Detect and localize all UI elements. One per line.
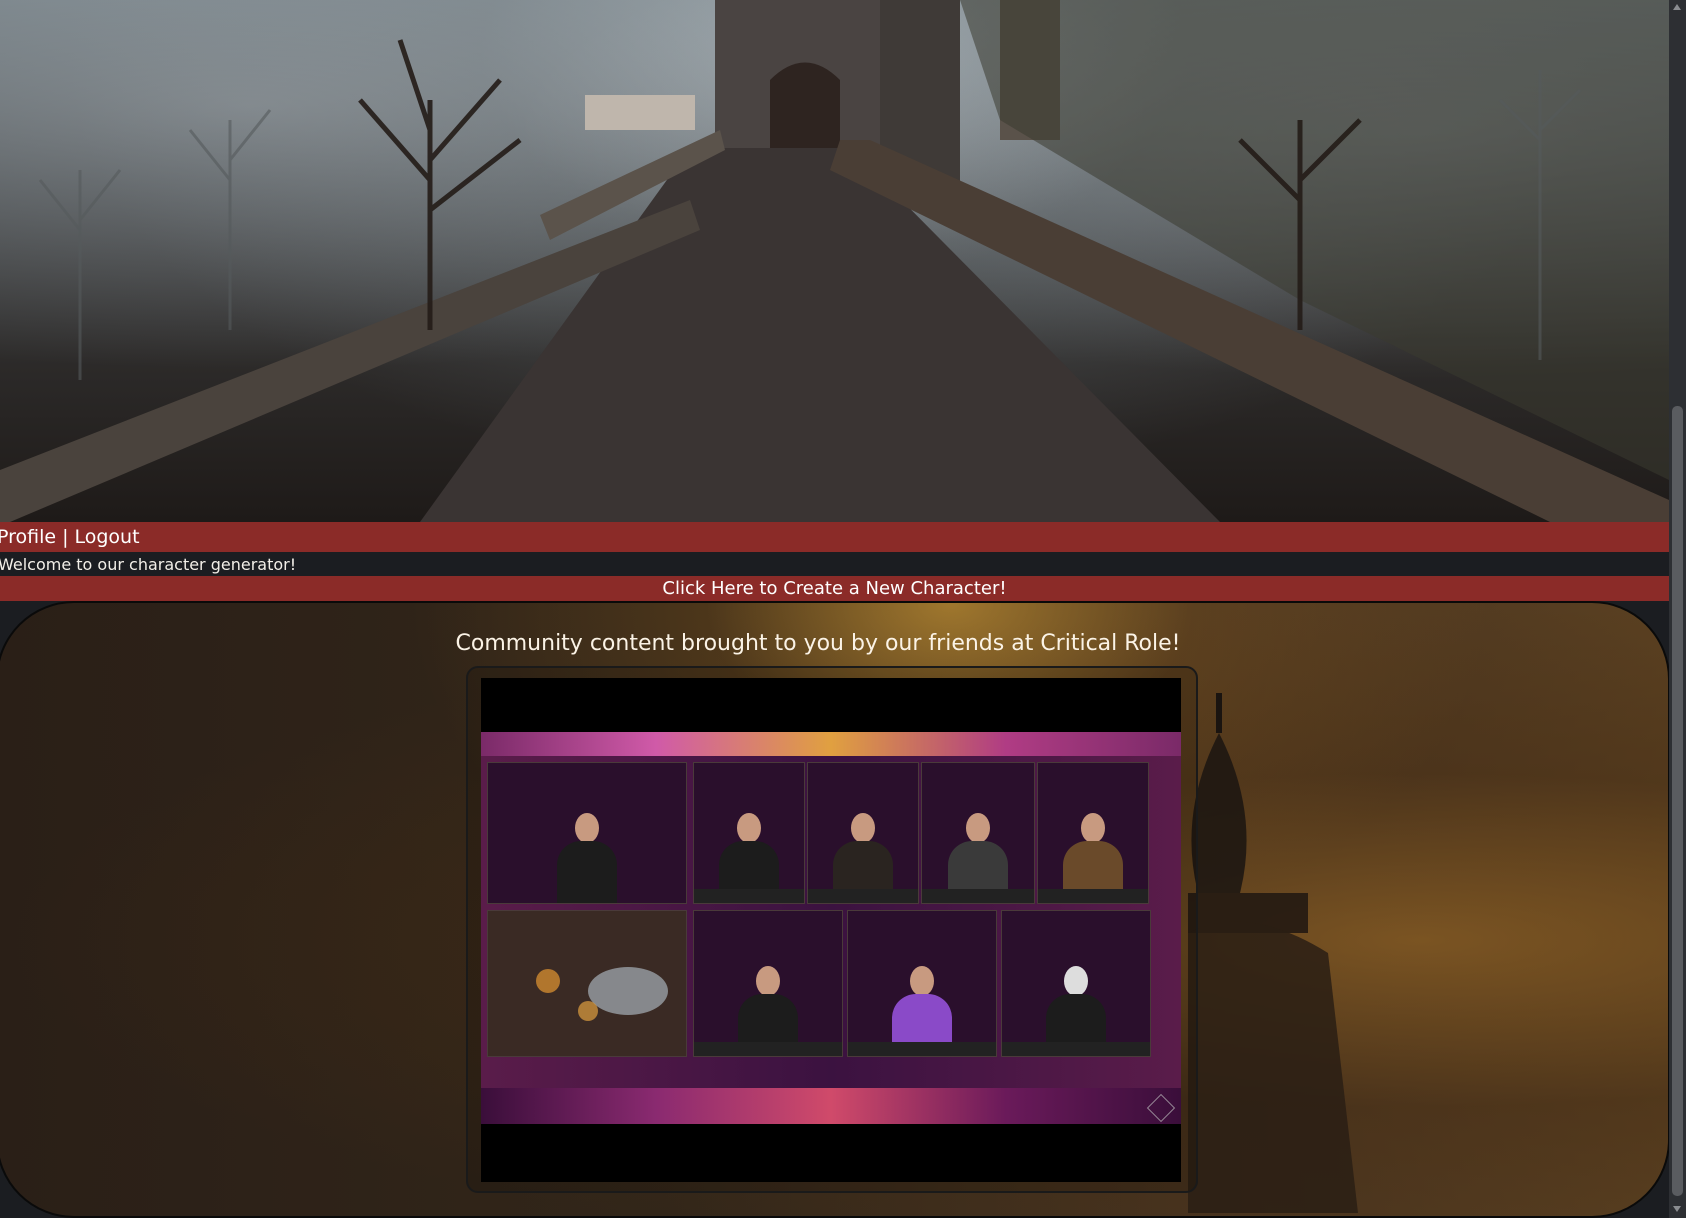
video-thumbnail bbox=[481, 732, 1181, 1124]
cast-cell bbox=[693, 910, 843, 1057]
embedded-video[interactable] bbox=[481, 678, 1181, 1182]
community-panel: Community content brought to you by our … bbox=[0, 601, 1670, 1218]
cast-cell bbox=[693, 762, 805, 904]
lantern-decoration bbox=[1188, 693, 1358, 1213]
hero-castle-image bbox=[0, 0, 1669, 522]
community-title: Community content brought to you by our … bbox=[455, 631, 1181, 656]
cast-cell bbox=[1001, 910, 1151, 1057]
nav-separator: | bbox=[62, 526, 69, 548]
hero-scenery bbox=[0, 0, 1669, 522]
cast-cell bbox=[807, 762, 919, 904]
battle-map bbox=[536, 967, 668, 1021]
scroll-thumb[interactable] bbox=[1672, 406, 1683, 1196]
cast-cell bbox=[1037, 762, 1149, 904]
page-scrollbar[interactable] bbox=[1669, 0, 1686, 1218]
video-frame bbox=[466, 666, 1198, 1193]
scroll-down-icon[interactable] bbox=[1673, 1206, 1681, 1212]
profile-link[interactable]: Profile bbox=[0, 526, 56, 548]
welcome-text: Welcome to our character generator! bbox=[0, 554, 297, 574]
create-character-button[interactable]: Click Here to Create a New Character! bbox=[0, 576, 1669, 601]
map-cell bbox=[487, 910, 687, 1057]
cast-member bbox=[557, 813, 617, 903]
cast-cell bbox=[847, 910, 997, 1057]
welcome-bar: Welcome to our character generator! bbox=[0, 552, 1669, 576]
create-character-label: Click Here to Create a New Character! bbox=[662, 578, 1007, 599]
thumbnail-banner-top bbox=[481, 732, 1181, 756]
scroll-up-icon[interactable] bbox=[1673, 4, 1681, 10]
cast-cell bbox=[921, 762, 1035, 904]
thumbnail-banner-bottom bbox=[481, 1088, 1181, 1124]
cast-cell bbox=[487, 762, 687, 904]
logout-link[interactable]: Logout bbox=[74, 526, 139, 548]
top-nav-bar: Profile | Logout bbox=[0, 522, 1669, 552]
